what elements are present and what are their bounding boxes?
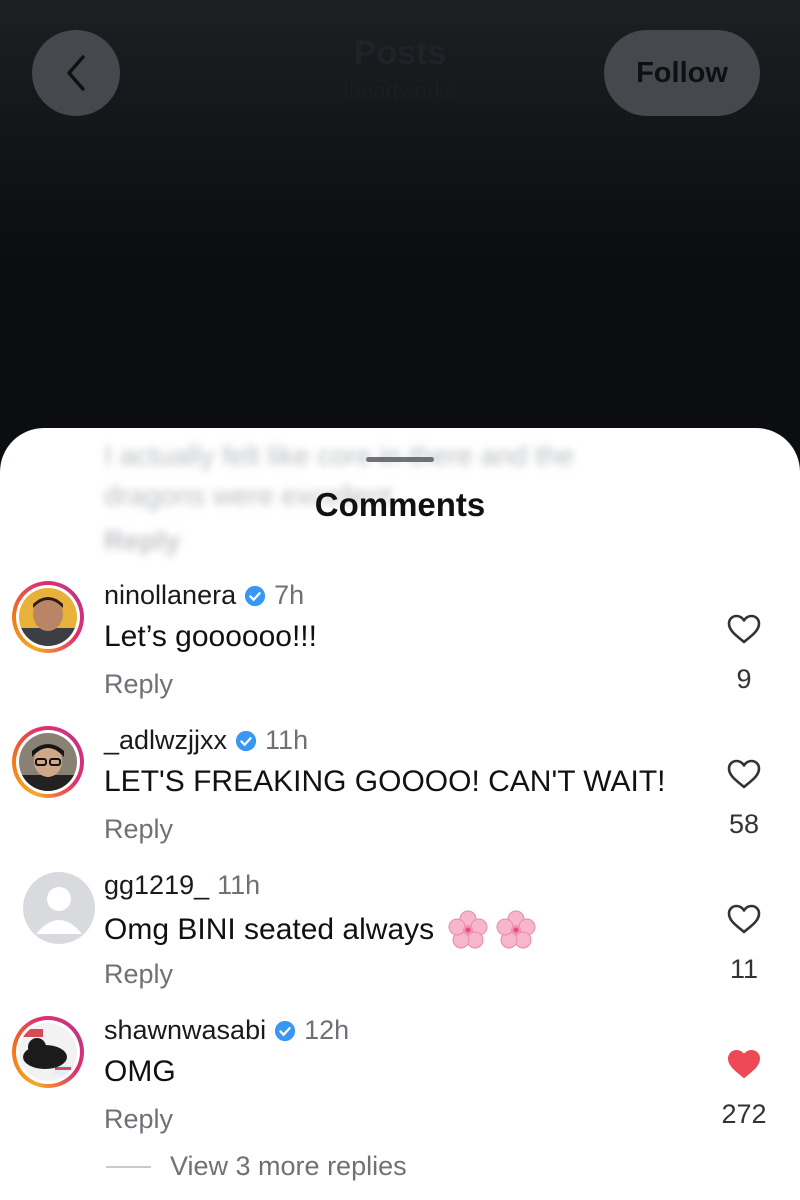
chevron-left-icon bbox=[67, 55, 85, 91]
comments-title: Comments bbox=[314, 486, 486, 523]
user-photo-icon bbox=[19, 733, 77, 791]
verified-badge-icon bbox=[275, 1020, 296, 1041]
comment-time: 7h bbox=[274, 580, 305, 610]
partial-reply-link: Reply bbox=[104, 525, 181, 556]
reply-button[interactable]: Reply bbox=[104, 669, 173, 700]
like-count: 272 bbox=[721, 1099, 767, 1129]
reply-button[interactable]: Reply bbox=[104, 814, 173, 845]
avatar[interactable] bbox=[12, 1016, 84, 1088]
page-subtitle: iheartworks bbox=[343, 78, 457, 103]
view-more-replies-button[interactable]: View 3 more replies bbox=[170, 1151, 407, 1182]
reply-button[interactable]: Reply bbox=[104, 1104, 173, 1135]
follow-button[interactable]: Follow bbox=[604, 30, 760, 116]
heart-outline-icon[interactable] bbox=[727, 614, 761, 644]
drag-handle[interactable] bbox=[366, 457, 434, 462]
comment-text: Omg BINI seated always bbox=[104, 913, 435, 946]
avatar[interactable] bbox=[12, 581, 84, 653]
avatar[interactable] bbox=[23, 872, 95, 944]
comment-text: Let’s goooooo!!! bbox=[104, 620, 317, 653]
username[interactable]: gg1219_ bbox=[104, 870, 209, 901]
reply-button[interactable]: Reply bbox=[104, 959, 173, 990]
default-avatar-icon bbox=[36, 887, 82, 934]
comment-time: 12h bbox=[304, 1015, 350, 1045]
comments-sheet: I actually felt like core in there and t… bbox=[0, 428, 800, 1200]
comment-text: OMG bbox=[104, 1055, 176, 1088]
cherry-blossom-icon bbox=[496, 910, 536, 949]
like-count: 58 bbox=[728, 809, 760, 839]
replies-divider bbox=[106, 1166, 151, 1168]
comment-item: shawnwasabi 12h OMG Reply 272 bbox=[0, 1015, 800, 1155]
comment-time: 11h bbox=[265, 725, 309, 755]
comment-item: _adlwzjjxx 11h LET'S FREAKING GOOOO! CAN… bbox=[0, 725, 800, 865]
heart-outline-icon[interactable] bbox=[727, 904, 761, 934]
avatar[interactable] bbox=[12, 726, 84, 798]
page-title: Posts bbox=[353, 34, 447, 72]
verified-badge-icon bbox=[235, 730, 257, 751]
username[interactable]: shawnwasabi bbox=[104, 1015, 266, 1046]
heart-outline-icon[interactable] bbox=[727, 759, 761, 789]
user-photo-icon bbox=[19, 588, 77, 646]
username[interactable]: _adlwzjjxx bbox=[104, 725, 227, 756]
cherry-blossom-icon bbox=[448, 910, 488, 949]
comment-item: ninollanera 7h Let’s goooooo!!! Reply 9 bbox=[0, 580, 800, 720]
comment-time: 11h bbox=[217, 870, 261, 900]
heart-filled-icon[interactable] bbox=[727, 1049, 761, 1079]
user-photo-icon bbox=[19, 1023, 77, 1081]
username[interactable]: ninollanera bbox=[104, 580, 236, 611]
back-button[interactable] bbox=[32, 30, 120, 116]
like-count: 9 bbox=[736, 664, 752, 694]
like-count: 11 bbox=[729, 954, 759, 984]
comment-text: LET'S FREAKING GOOOO! CAN'T WAIT! bbox=[104, 765, 666, 798]
verified-badge-icon bbox=[245, 585, 266, 606]
partial-comment-line: I actually felt like core in there and t… bbox=[104, 440, 575, 471]
comment-item: gg1219_ 11h Omg BINI seated always Reply bbox=[0, 870, 800, 1010]
